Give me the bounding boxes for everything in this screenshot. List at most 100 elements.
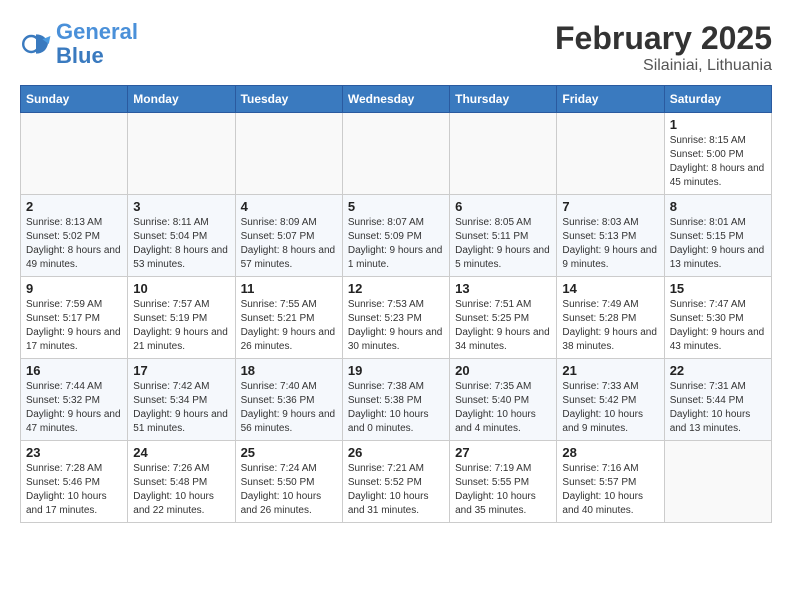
calendar-table: SundayMondayTuesdayWednesdayThursdayFrid… [20,85,772,523]
day-number: 19 [348,363,444,378]
weekday-header-thursday: Thursday [450,86,557,113]
day-info: Sunrise: 7:33 AM Sunset: 5:42 PM Dayligh… [562,380,658,436]
calendar-cell [557,113,664,195]
day-number: 5 [348,199,444,214]
calendar-week-1: 1 Sunrise: 8:15 AM Sunset: 5:00 PM Daylig… [21,113,772,195]
day-number: 22 [670,363,766,378]
calendar-cell: 8 Sunrise: 8:01 AM Sunset: 5:15 PM Daylig… [664,195,771,277]
day-info: Sunrise: 7:44 AM Sunset: 5:32 PM Dayligh… [26,380,122,436]
calendar-cell: 25 Sunrise: 7:24 AM Sunset: 5:50 PM Dayli… [235,441,342,523]
day-number: 24 [133,445,229,460]
calendar-cell: 24 Sunrise: 7:26 AM Sunset: 5:48 PM Dayli… [128,441,235,523]
calendar-cell: 28 Sunrise: 7:16 AM Sunset: 5:57 PM Dayli… [557,441,664,523]
page-header: General Blue February 2025 Silainiai, Li… [20,20,772,75]
weekday-header-tuesday: Tuesday [235,86,342,113]
weekday-header-sunday: Sunday [21,86,128,113]
calendar-cell [342,113,449,195]
day-info: Sunrise: 8:15 AM Sunset: 5:00 PM Dayligh… [670,134,766,190]
day-number: 2 [26,199,122,214]
calendar-cell: 27 Sunrise: 7:19 AM Sunset: 5:55 PM Dayli… [450,441,557,523]
day-info: Sunrise: 8:09 AM Sunset: 5:07 PM Dayligh… [241,216,337,272]
day-number: 4 [241,199,337,214]
page-title: February 2025 [555,20,772,57]
day-number: 16 [26,363,122,378]
title-block: February 2025 Silainiai, Lithuania [555,20,772,75]
calendar-cell: 16 Sunrise: 7:44 AM Sunset: 5:32 PM Dayli… [21,359,128,441]
logo-text: General Blue [56,20,138,68]
day-number: 21 [562,363,658,378]
calendar-cell: 12 Sunrise: 7:53 AM Sunset: 5:23 PM Dayli… [342,277,449,359]
page-subtitle: Silainiai, Lithuania [555,57,772,75]
day-number: 11 [241,281,337,296]
weekday-header-wednesday: Wednesday [342,86,449,113]
calendar-cell: 19 Sunrise: 7:38 AM Sunset: 5:38 PM Dayli… [342,359,449,441]
day-info: Sunrise: 8:01 AM Sunset: 5:15 PM Dayligh… [670,216,766,272]
day-info: Sunrise: 7:21 AM Sunset: 5:52 PM Dayligh… [348,462,444,518]
day-number: 1 [670,117,766,132]
day-number: 27 [455,445,551,460]
day-number: 3 [133,199,229,214]
day-number: 6 [455,199,551,214]
calendar-cell: 13 Sunrise: 7:51 AM Sunset: 5:25 PM Dayli… [450,277,557,359]
calendar-cell: 20 Sunrise: 7:35 AM Sunset: 5:40 PM Dayli… [450,359,557,441]
day-info: Sunrise: 7:49 AM Sunset: 5:28 PM Dayligh… [562,298,658,354]
day-number: 12 [348,281,444,296]
day-number: 20 [455,363,551,378]
day-number: 28 [562,445,658,460]
calendar-cell: 21 Sunrise: 7:33 AM Sunset: 5:42 PM Dayli… [557,359,664,441]
weekday-header-saturday: Saturday [664,86,771,113]
calendar-cell: 3 Sunrise: 8:11 AM Sunset: 5:04 PM Daylig… [128,195,235,277]
day-number: 17 [133,363,229,378]
calendar-week-5: 23Sunrise: 7:28 AM Sunset: 5:46 PM Dayli… [21,441,772,523]
day-info: Sunrise: 7:53 AM Sunset: 5:23 PM Dayligh… [348,298,444,354]
calendar-cell: 2 Sunrise: 8:13 AM Sunset: 5:02 PM Daylig… [21,195,128,277]
day-number: 25 [241,445,337,460]
day-info: Sunrise: 8:13 AM Sunset: 5:02 PM Dayligh… [26,216,122,272]
day-info: Sunrise: 7:51 AM Sunset: 5:25 PM Dayligh… [455,298,551,354]
calendar-cell: 11Sunrise: 7:55 AM Sunset: 5:21 PM Dayli… [235,277,342,359]
day-info: Sunrise: 7:26 AM Sunset: 5:48 PM Dayligh… [133,462,229,518]
day-info: Sunrise: 7:42 AM Sunset: 5:34 PM Dayligh… [133,380,229,436]
calendar-cell: 14 Sunrise: 7:49 AM Sunset: 5:28 PM Dayli… [557,277,664,359]
day-info: Sunrise: 8:07 AM Sunset: 5:09 PM Dayligh… [348,216,444,272]
day-info: Sunrise: 7:40 AM Sunset: 5:36 PM Dayligh… [241,380,337,436]
day-info: Sunrise: 7:35 AM Sunset: 5:40 PM Dayligh… [455,380,551,436]
day-info: Sunrise: 7:38 AM Sunset: 5:38 PM Dayligh… [348,380,444,436]
calendar-cell: 1 Sunrise: 8:15 AM Sunset: 5:00 PM Daylig… [664,113,771,195]
day-info: Sunrise: 7:59 AM Sunset: 5:17 PM Dayligh… [26,298,122,354]
day-info: Sunrise: 7:16 AM Sunset: 5:57 PM Dayligh… [562,462,658,518]
calendar-week-4: 16 Sunrise: 7:44 AM Sunset: 5:32 PM Dayli… [21,359,772,441]
calendar-cell: 10Sunrise: 7:57 AM Sunset: 5:19 PM Dayli… [128,277,235,359]
calendar-cell: 23Sunrise: 7:28 AM Sunset: 5:46 PM Dayli… [21,441,128,523]
day-number: 14 [562,281,658,296]
day-number: 9 [26,281,122,296]
day-number: 15 [670,281,766,296]
day-number: 8 [670,199,766,214]
day-info: Sunrise: 8:03 AM Sunset: 5:13 PM Dayligh… [562,216,658,272]
calendar-header-row: SundayMondayTuesdayWednesdayThursdayFrid… [21,86,772,113]
logo: General Blue [20,20,138,68]
day-number: 7 [562,199,658,214]
calendar-week-2: 2 Sunrise: 8:13 AM Sunset: 5:02 PM Daylig… [21,195,772,277]
calendar-cell: 9 Sunrise: 7:59 AM Sunset: 5:17 PM Daylig… [21,277,128,359]
calendar-cell: 22Sunrise: 7:31 AM Sunset: 5:44 PM Dayli… [664,359,771,441]
calendar-cell: 4 Sunrise: 8:09 AM Sunset: 5:07 PM Daylig… [235,195,342,277]
day-number: 10 [133,281,229,296]
day-number: 13 [455,281,551,296]
calendar-cell: 6Sunrise: 8:05 AM Sunset: 5:11 PM Daylig… [450,195,557,277]
calendar-cell [450,113,557,195]
calendar-cell: 7 Sunrise: 8:03 AM Sunset: 5:13 PM Daylig… [557,195,664,277]
calendar-cell [21,113,128,195]
calendar-cell: 5 Sunrise: 8:07 AM Sunset: 5:09 PM Daylig… [342,195,449,277]
weekday-header-monday: Monday [128,86,235,113]
day-info: Sunrise: 8:11 AM Sunset: 5:04 PM Dayligh… [133,216,229,272]
calendar-cell [128,113,235,195]
day-info: Sunrise: 7:47 AM Sunset: 5:30 PM Dayligh… [670,298,766,354]
calendar-cell: 15 Sunrise: 7:47 AM Sunset: 5:30 PM Dayli… [664,277,771,359]
day-number: 18 [241,363,337,378]
day-info: Sunrise: 7:24 AM Sunset: 5:50 PM Dayligh… [241,462,337,518]
calendar-cell: 17 Sunrise: 7:42 AM Sunset: 5:34 PM Dayli… [128,359,235,441]
logo-icon [20,28,52,60]
day-info: Sunrise: 7:19 AM Sunset: 5:55 PM Dayligh… [455,462,551,518]
weekday-header-friday: Friday [557,86,664,113]
